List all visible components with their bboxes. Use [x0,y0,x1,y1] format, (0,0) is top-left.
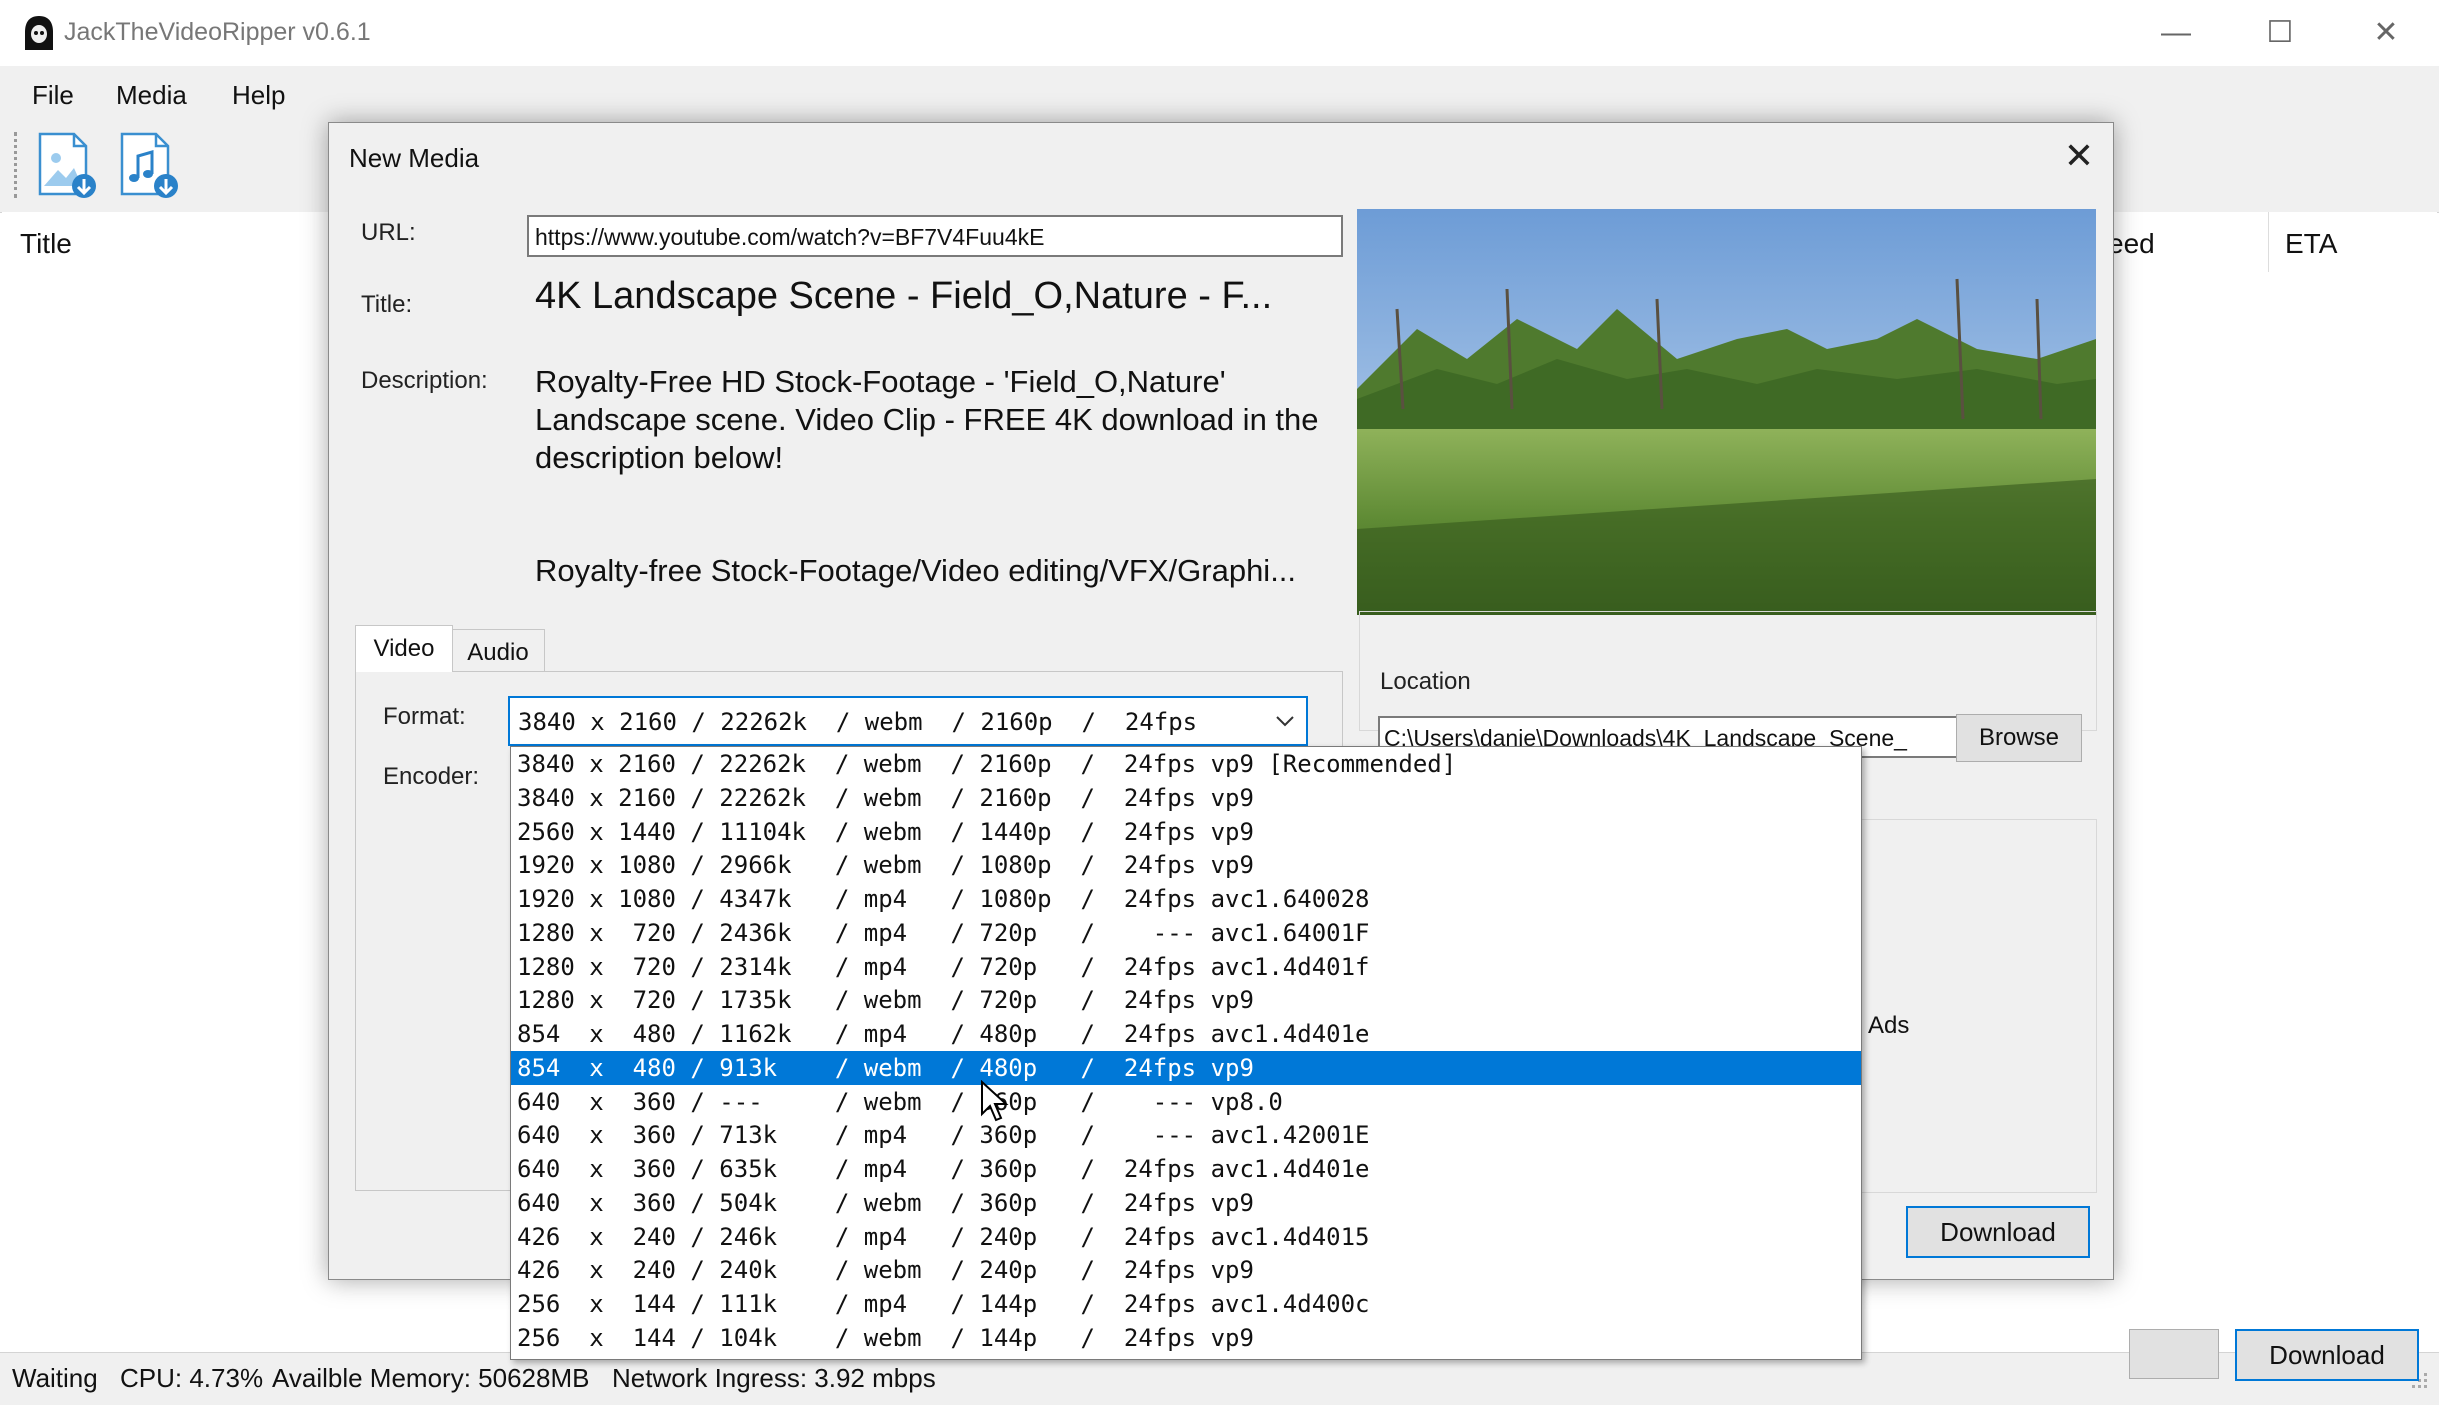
format-option[interactable]: 1280 x 720 / 1735k / webm / 720p / 24fps… [511,983,1861,1017]
status-memory: Availble Memory: 50628MB [272,1363,590,1393]
description-more: Royalty-free Stock-Footage/Video editing… [535,553,1297,588]
status-cpu: CPU: 4.73% [120,1363,264,1393]
url-label: URL: [361,219,416,246]
format-option[interactable]: 1920 x 1080 / 4347k / mp4 / 1080p / 24fp… [511,882,1861,916]
format-option[interactable]: 640 x 360 / 713k / mp4 / 360p / --- avc1… [511,1118,1861,1152]
menu-file[interactable]: File [32,80,74,111]
maximize-button[interactable]: ☐ [2250,10,2310,56]
app-logo-icon [25,16,53,50]
title-label: Title: [361,291,413,318]
format-select[interactable]: 3840 x 2160 / 22262k / webm / 2160p / 24… [508,696,1308,746]
mouse-cursor-icon [981,1080,1009,1122]
app-title: JackTheVideoRipper v0.6.1 [64,18,371,46]
format-option[interactable]: 2560 x 1440 / 11104k / webm / 1440p / 24… [511,815,1861,849]
format-option[interactable]: 854 x 480 / 913k / webm / 480p / 24fps v… [511,1050,1861,1085]
description-text: Royalty-Free HD Stock-Footage - 'Field_O… [535,364,1319,475]
format-option[interactable]: 1280 x 720 / 2314k / mp4 / 720p / 24fps … [511,950,1861,984]
format-dropdown-list[interactable]: 3840 x 2160 / 22262k / webm / 2160p / 24… [510,746,1862,1360]
menu-media[interactable]: Media [116,80,187,111]
format-option[interactable]: 3840 x 2160 / 22262k / webm / 2160p / 24… [511,781,1861,815]
format-option[interactable]: 1280 x 720 / 2436k / mp4 / 720p / --- av… [511,916,1861,950]
format-option[interactable]: 640 x 360 / 635k / mp4 / 360p / 24fps av… [511,1152,1861,1186]
add-video-icon[interactable] [30,130,102,202]
format-option[interactable]: 426 x 240 / 240k / webm / 240p / 24fps v… [511,1253,1861,1287]
media-title: 4K Landscape Scene - Field_O,Nature - F.… [535,275,1273,317]
format-option[interactable]: 3840 x 2160 / 22262k / webm / 2160p / 24… [511,747,1861,781]
url-field[interactable]: https://www.youtube.com/watch?v=BF7V4Fuu… [527,215,1343,257]
menu-bar: File Media Help [0,66,2439,122]
dialog-close-button[interactable]: ✕ [2056,133,2102,179]
cancel-button[interactable] [2129,1329,2219,1379]
format-selected-value: 3840 x 2160 / 22262k / webm / 2160p / 24… [518,708,1198,736]
close-button[interactable]: ✕ [2356,10,2416,56]
menu-help[interactable]: Help [232,80,285,111]
url-value: https://www.youtube.com/watch?v=BF7V4Fuu… [535,224,1045,250]
format-option[interactable]: 256 x 144 / 104k / webm / 144p / 24fps v… [511,1321,1861,1355]
encoder-label: Encoder: [383,763,480,790]
video-thumbnail [1357,209,2096,615]
download-button-front[interactable]: Download [1906,1206,2090,1258]
format-label: Format: [383,703,466,730]
column-title[interactable]: Title [20,228,72,260]
status-state: Waiting [12,1363,98,1393]
tab-video[interactable]: Video [355,625,453,672]
ads-label: Ads [1868,1012,1910,1039]
chevron-down-icon[interactable] [1270,706,1300,736]
download-button[interactable]: Download [2235,1329,2419,1381]
dialog-title: New Media [349,143,480,173]
location-label: Location [1376,668,1475,696]
column-divider[interactable] [2268,212,2269,272]
column-speed[interactable]: eed [2108,228,2155,260]
format-option[interactable]: 256 x 144 / 111k / mp4 / 144p / 24fps av… [511,1287,1861,1321]
column-eta[interactable]: ETA [2285,228,2337,260]
browse-button[interactable]: Browse [1956,714,2082,762]
format-option[interactable]: 426 x 240 / 246k / mp4 / 240p / 24fps av… [511,1220,1861,1254]
description-label: Description: [361,367,488,394]
format-option[interactable]: 640 x 360 / 504k / webm / 360p / 24fps v… [511,1186,1861,1220]
status-network: Network Ingress: 3.92 mbps [612,1363,936,1393]
minimize-button[interactable]: — [2146,10,2206,56]
format-option[interactable]: 854 x 480 / 1162k / mp4 / 480p / 24fps a… [511,1017,1861,1051]
add-audio-icon[interactable] [112,130,184,202]
title-bar: JackTheVideoRipper v0.6.1 — ☐ ✕ [0,0,2439,66]
format-option[interactable]: 640 x 360 / --- / webm / 360p / --- vp8.… [511,1085,1861,1119]
format-option[interactable]: 1920 x 1080 / 2966k / webm / 1080p / 24f… [511,848,1861,882]
tab-audio[interactable]: Audio [451,629,545,673]
toolbar-grip [14,132,20,198]
